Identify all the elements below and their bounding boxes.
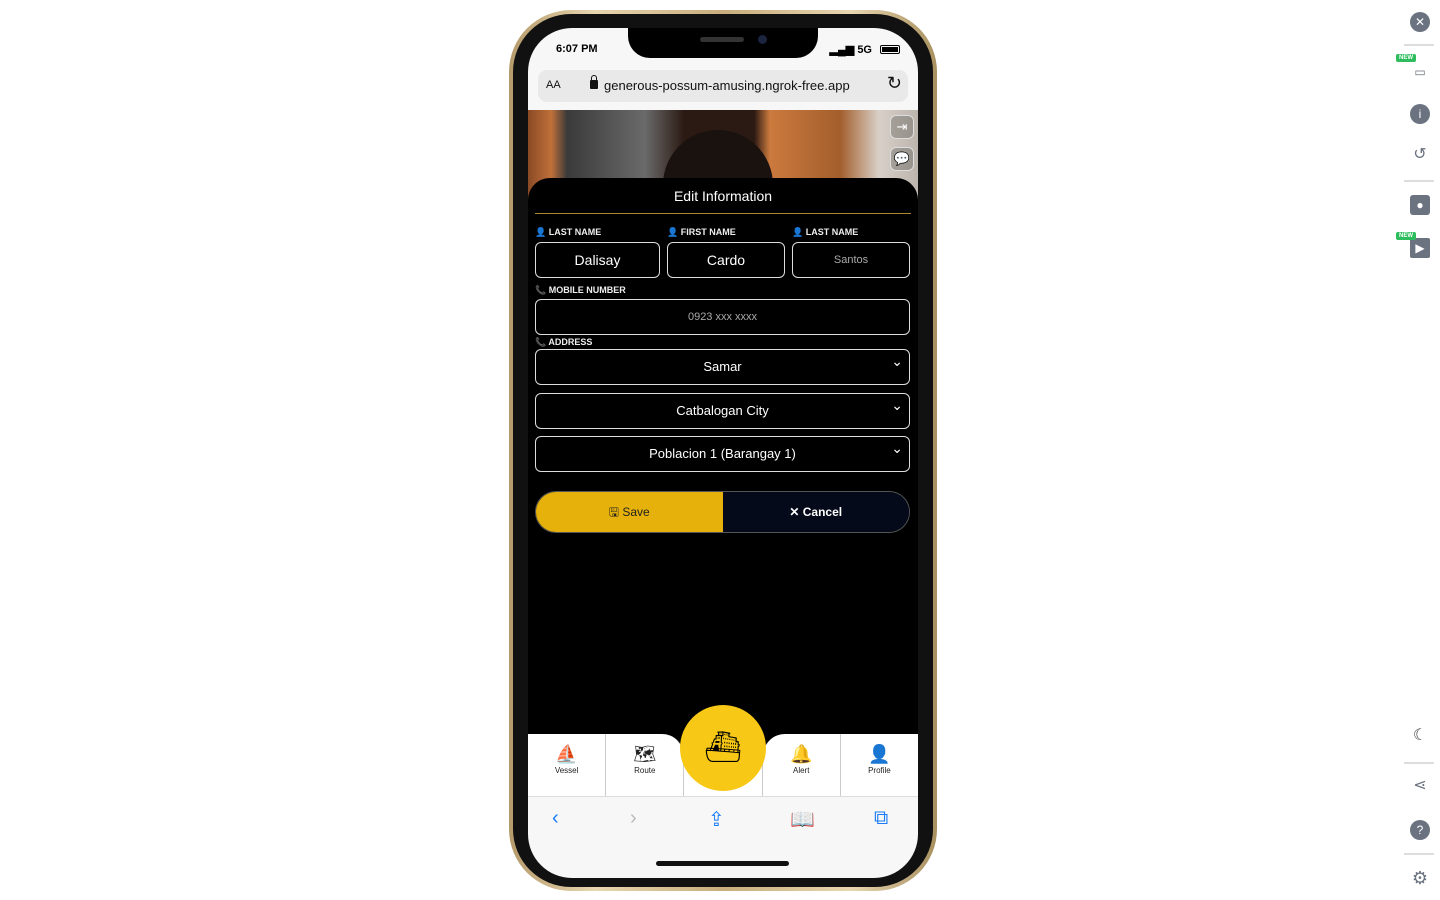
rotate-icon[interactable]: ↺ [1410, 145, 1430, 165]
middle-name-label: 👤 LAST NAME [792, 227, 859, 237]
address-bar[interactable]: AA generous-possum-amusing.ngrok-free.ap… [538, 70, 908, 102]
settings-icon[interactable]: ⚙ [1410, 868, 1430, 888]
new-badge: NEW [1396, 54, 1416, 62]
chat-icon[interactable]: 💬 [890, 147, 914, 171]
user-icon: 👤 [868, 744, 891, 764]
camera-icon[interactable]: ● [1410, 195, 1430, 215]
devices-icon[interactable]: ▭ [1410, 62, 1430, 82]
edit-panel: Edit Information 👤 LAST NAME 👤 FIRST NAM… [528, 178, 918, 738]
barangay-select[interactable]: Poblacion 1 (Barangay 1) [535, 431, 910, 472]
back-icon[interactable]: ‹ [552, 807, 559, 830]
ship-icon: ⛴ [703, 731, 743, 764]
form-actions: 🖫 Save ✕ Cancel [535, 491, 910, 533]
nav-profile[interactable]: 👤 Profile [840, 734, 918, 796]
logout-icon[interactable]: ⇥ [890, 115, 914, 139]
safari-toolbar: ‹ › ⇪ 📖 ⧉ [528, 796, 918, 878]
reload-icon[interactable]: ↻ [887, 73, 902, 94]
url-text[interactable]: generous-possum-amusing.ngrok-free.app [604, 78, 850, 93]
phone-screen: 6:07 PM ▂▄▆ 5G AA generous-possum-amusin… [528, 28, 918, 878]
mobile-input[interactable]: 0923 xxx xxxx [535, 299, 910, 335]
save-button[interactable]: 🖫 Save [536, 492, 723, 532]
info-icon[interactable]: i [1410, 104, 1430, 124]
address-label: 📞 ADDRESS [535, 337, 593, 347]
ship-home-button[interactable]: ⛴ [680, 705, 766, 791]
province-select[interactable]: Samar [535, 344, 910, 385]
nav-alert[interactable]: 🔔 Alert [762, 734, 841, 796]
city-select[interactable]: Catbalogan City [535, 388, 910, 429]
new-badge: NEW [1396, 232, 1416, 240]
last-name-input[interactable]: Dalisay [535, 242, 660, 278]
dark-mode-icon[interactable]: ☾ [1410, 726, 1430, 746]
map-pin-icon: 🗺 [633, 744, 657, 764]
nav-route[interactable]: 🗺 Route [606, 734, 685, 796]
sailboat-icon: ⛵ [555, 744, 578, 764]
video-icon[interactable]: ▶ [1410, 238, 1430, 258]
panel-title: Edit Information [535, 178, 911, 214]
help-icon[interactable]: ? [1410, 820, 1430, 840]
mobile-label: 📞 MOBILE NUMBER [535, 285, 626, 295]
share-icon[interactable]: ⇪ [708, 807, 725, 832]
notch [628, 28, 818, 58]
battery-icon [880, 45, 900, 54]
signal-indicator: ▂▄▆ 5G [829, 44, 872, 56]
cancel-button[interactable]: ✕ Cancel [722, 492, 909, 532]
last-name-label: 👤 LAST NAME [535, 227, 602, 237]
share-icon[interactable]: ⋖ [1410, 776, 1430, 796]
close-icon[interactable]: ✕ [1410, 12, 1430, 32]
first-name-label: 👤 FIRST NAME [667, 227, 736, 237]
tabs-icon[interactable]: ⧉ [874, 807, 888, 830]
home-indicator [656, 861, 789, 866]
emulator-toolbar: ✕ ▭ NEW i ↺ ● ▶ NEW ☾ ⋖ ? ⚙ [1396, 0, 1440, 900]
first-name-input[interactable]: Cardo [667, 242, 785, 278]
bell-icon: 🔔 [790, 744, 813, 764]
status-time: 6:07 PM [556, 43, 598, 55]
forward-icon[interactable]: › [630, 807, 637, 830]
nav-vessel[interactable]: ⛵ Vessel [528, 734, 607, 796]
middle-name-input[interactable]: Santos [792, 242, 910, 278]
lock-icon [590, 75, 598, 89]
bookmarks-icon[interactable]: 📖 [790, 807, 815, 832]
reader-button[interactable]: AA [546, 79, 561, 91]
